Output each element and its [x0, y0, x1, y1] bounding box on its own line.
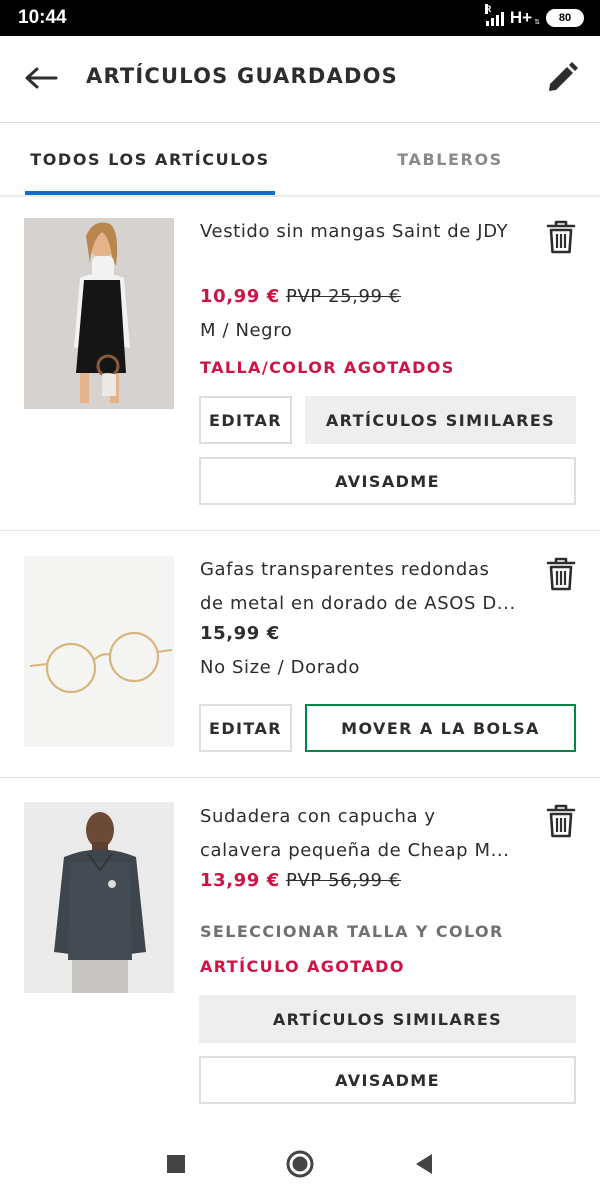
sale-price: 13,99 €	[200, 870, 280, 891]
back-nav-button[interactable]	[404, 1148, 444, 1180]
battery-icon: 80	[546, 9, 584, 27]
edit-button[interactable]	[542, 58, 582, 98]
edit-item-button[interactable]: EDITAR	[199, 704, 292, 752]
out-of-stock-label: ARTÍCULO AGOTADO	[200, 957, 405, 976]
variant-label: No Size / Dorado	[200, 657, 360, 678]
move-to-bag-button[interactable]: MOVER A LA BOLSA	[305, 704, 576, 752]
trash-icon	[546, 220, 576, 254]
saved-item: Vestido sin mangas Saint de JDY 10,99 € P…	[0, 197, 600, 530]
app-header: ARTÍCULOS GUARDADOS	[0, 36, 600, 122]
battery-level: 80	[558, 12, 572, 24]
status-bar: 10:44 R H+ ⇅ 80	[0, 0, 600, 36]
product-name[interactable]: Sudadera con capucha y calavera pequeña …	[200, 800, 530, 868]
variant-label: M / Negro	[200, 320, 293, 341]
tab-bar: TODOS LOS ARTÍCULOS TABLEROS	[0, 123, 600, 195]
similar-items-button[interactable]: ARTÍCULOS SIMILARES	[199, 995, 576, 1043]
sale-price: 10,99 €	[200, 286, 280, 307]
product-name-line: calavera pequeña de Cheap M...	[200, 840, 510, 861]
product-name[interactable]: Gafas transparentes redondas de metal en…	[200, 553, 530, 621]
trash-icon	[546, 804, 576, 838]
notify-me-button[interactable]: AVISADME	[199, 457, 576, 505]
product-name-line: Gafas transparentes redondas	[200, 559, 490, 580]
arrow-left-icon	[25, 67, 58, 89]
saved-item: Sudadera con capucha y calavera pequeña …	[0, 778, 600, 1128]
product-name-line: Sudadera con capucha y	[200, 806, 436, 827]
network-type: H+	[509, 8, 533, 27]
signal-icon: R	[484, 4, 504, 26]
select-size-color-link[interactable]: SELECCIONAR TALLA Y COLOR	[200, 922, 504, 941]
edit-item-button[interactable]: EDITAR	[199, 396, 292, 444]
dress-photo	[24, 218, 174, 409]
delete-button[interactable]	[542, 554, 580, 594]
glasses-photo	[24, 556, 174, 747]
price: 15,99 €	[200, 623, 280, 644]
pencil-icon	[549, 62, 578, 91]
rrp-price: PVP 56,99 €	[285, 870, 401, 891]
price-row: 13,99 € PVP 56,99 €	[200, 870, 401, 891]
hoodie-photo	[24, 802, 174, 993]
triangle-back-icon	[416, 1154, 432, 1174]
saved-item: Gafas transparentes redondas de metal en…	[0, 531, 600, 777]
square-recents-icon	[167, 1155, 185, 1173]
product-image-dress[interactable]	[24, 218, 174, 409]
product-name[interactable]: Vestido sin mangas Saint de JDY	[200, 215, 530, 249]
system-nav-bar	[0, 1128, 600, 1200]
data-arrows-icon: ⇅	[534, 19, 540, 26]
page-title: ARTÍCULOS GUARDADOS	[86, 64, 398, 88]
rrp-price: PVP 25,99 €	[285, 286, 401, 307]
price-row: 10,99 € PVP 25,99 €	[200, 286, 401, 307]
out-of-stock-label: TALLA/COLOR AGOTADOS	[200, 358, 455, 377]
product-image-hoodie[interactable]	[24, 802, 174, 993]
similar-items-button[interactable]: ARTÍCULOS SIMILARES	[305, 396, 576, 444]
roaming-indicator: R	[484, 4, 492, 14]
notify-me-button[interactable]: AVISADME	[199, 1056, 576, 1104]
price-row: 15,99 €	[200, 623, 280, 644]
trash-icon	[546, 557, 576, 591]
status-indicators: R H+ ⇅ 80	[484, 4, 584, 28]
back-button[interactable]	[24, 60, 64, 96]
product-name-line: de metal en dorado de ASOS D...	[200, 593, 516, 614]
product-image-glasses[interactable]	[24, 556, 174, 747]
status-time: 10:44	[18, 7, 67, 28]
tab-all-items[interactable]: TODOS LOS ARTÍCULOS	[25, 123, 275, 195]
recents-button[interactable]	[156, 1148, 196, 1180]
home-button[interactable]	[280, 1148, 320, 1180]
tab-boards[interactable]: TABLEROS	[325, 123, 575, 195]
product-name-line: Vestido sin mangas Saint de JDY	[200, 221, 509, 242]
circle-home-icon	[286, 1150, 314, 1178]
delete-button[interactable]	[542, 801, 580, 841]
delete-button[interactable]	[542, 217, 580, 257]
